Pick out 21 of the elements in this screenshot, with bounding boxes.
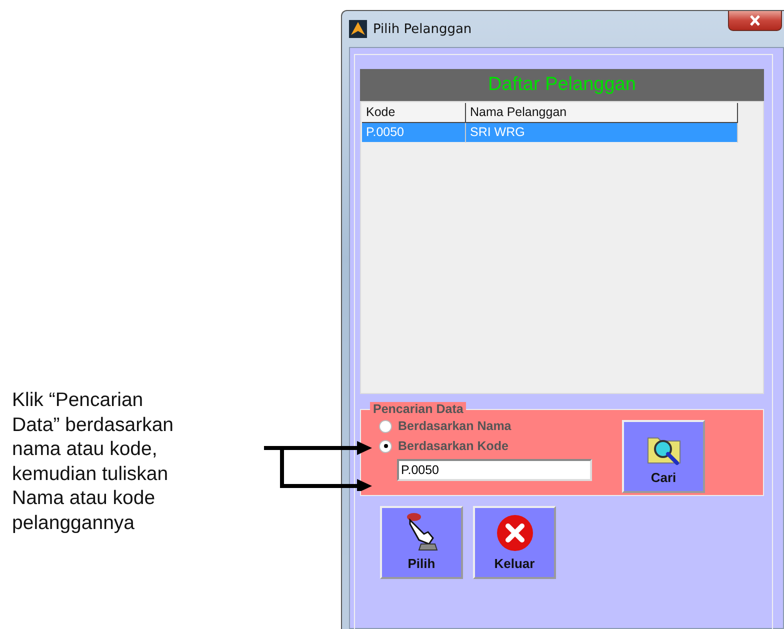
window-title: Pilih Pelanggan [373, 22, 472, 36]
close-icon [496, 514, 534, 552]
table-cell[interactable]: P.0050 [362, 123, 466, 143]
radio-label[interactable]: Berdasarkan Kode [398, 439, 508, 453]
table-cell[interactable]: SRI WRG [466, 123, 738, 143]
close-icon [749, 15, 761, 26]
close-button[interactable] [728, 11, 782, 31]
radio-button[interactable] [379, 440, 392, 452]
column-header[interactable]: Nama Pelanggan [466, 103, 738, 123]
column-header[interactable]: Kode [362, 103, 466, 123]
search-field[interactable]: P.0050 [397, 459, 592, 481]
app-icon [349, 20, 367, 38]
annotation-text: Klik “Pencarian Data” berdasarkan nama atau kode, kemudian tuliskan Nama atau kode pelanggannya [12, 388, 175, 535]
radio-button[interactable] [379, 420, 392, 432]
list-title: Daftar Pelanggan [488, 74, 636, 96]
action-button[interactable]: Keluar [473, 506, 556, 579]
search-button[interactable]: Cari [622, 420, 705, 493]
hand-pointer-icon [404, 512, 438, 552]
action-button[interactable]: Pilih [380, 506, 463, 579]
group-legend: Pencarian Data [370, 402, 466, 416]
radio-label[interactable]: Berdasarkan Nama [398, 419, 512, 433]
